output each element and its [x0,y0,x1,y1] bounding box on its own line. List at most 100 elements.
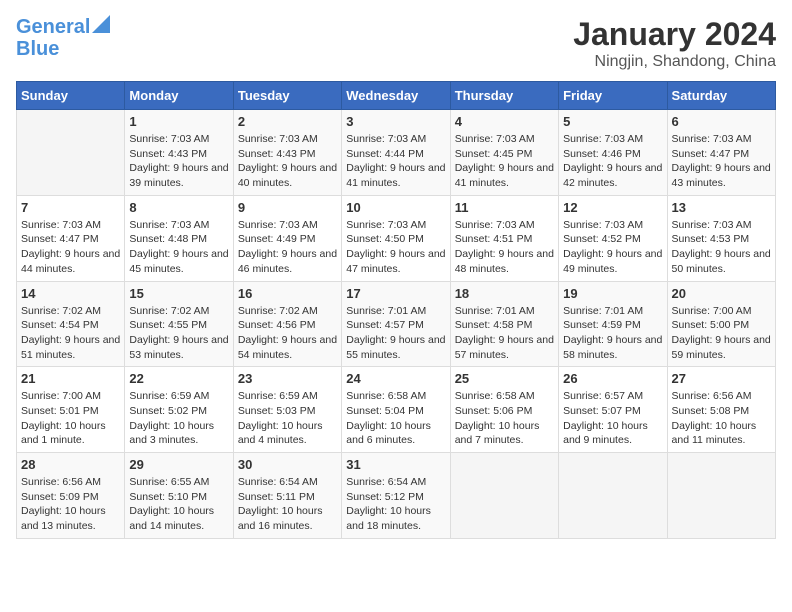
day-number: 18 [455,286,554,301]
day-info: Sunrise: 6:56 AMSunset: 5:08 PMDaylight:… [672,389,771,448]
page-title: January 2024 [573,16,776,53]
calendar-cell: 24Sunrise: 6:58 AMSunset: 5:04 PMDayligh… [342,367,450,453]
logo-blue-text: Blue [16,38,110,60]
weekday-header-thursday: Thursday [450,82,558,110]
weekday-header-friday: Friday [559,82,667,110]
calendar-body: 1 Sunrise: 7:03 AMSunset: 4:43 PMDaylight… [17,110,776,539]
calendar-cell: 14 Sunrise: 7:02 AMSunset: 4:54 PMDayligh… [17,281,125,367]
calendar-cell [559,453,667,539]
calendar-cell: 7 Sunrise: 7:03 AMSunset: 4:47 PMDaylight… [17,195,125,281]
day-info: Sunrise: 7:03 AMSunset: 4:47 PMDaylight:… [672,132,771,191]
day-info: Sunrise: 7:03 AMSunset: 4:52 PMDaylight:… [563,218,662,277]
weekday-header-sunday: Sunday [17,82,125,110]
calendar-cell: 5 Sunrise: 7:03 AMSunset: 4:46 PMDaylight… [559,110,667,196]
day-info: Sunrise: 7:03 AMSunset: 4:49 PMDaylight:… [238,218,337,277]
calendar-cell: 26Sunrise: 6:57 AMSunset: 5:07 PMDayligh… [559,367,667,453]
page-subtitle: Ningjin, Shandong, China [573,53,776,71]
calendar-cell: 22Sunrise: 6:59 AMSunset: 5:02 PMDayligh… [125,367,233,453]
weekday-header-saturday: Saturday [667,82,775,110]
calendar-header: SundayMondayTuesdayWednesdayThursdayFrid… [17,82,776,110]
day-number: 14 [21,286,120,301]
day-info: Sunrise: 6:59 AMSunset: 5:03 PMDaylight:… [238,389,337,448]
day-number: 13 [672,200,771,215]
calendar-week-row: 1 Sunrise: 7:03 AMSunset: 4:43 PMDaylight… [17,110,776,196]
weekday-header-row: SundayMondayTuesdayWednesdayThursdayFrid… [17,82,776,110]
title-block: January 2024 Ningjin, Shandong, China [573,16,776,71]
day-info: Sunrise: 6:54 AMSunset: 5:11 PMDaylight:… [238,475,337,534]
day-number: 26 [563,371,662,386]
day-info: Sunrise: 7:02 AMSunset: 4:55 PMDaylight:… [129,304,228,363]
calendar-cell: 10Sunrise: 7:03 AMSunset: 4:50 PMDayligh… [342,195,450,281]
day-number: 1 [129,114,228,129]
day-number: 6 [672,114,771,129]
day-info: Sunrise: 7:00 AMSunset: 5:00 PMDaylight:… [672,304,771,363]
day-info: Sunrise: 7:03 AMSunset: 4:45 PMDaylight:… [455,132,554,191]
calendar-cell: 28 Sunrise: 6:56 AMSunset: 5:09 PMDayligh… [17,453,125,539]
calendar-week-row: 14 Sunrise: 7:02 AMSunset: 4:54 PMDayligh… [17,281,776,367]
calendar-week-row: 28 Sunrise: 6:56 AMSunset: 5:09 PMDayligh… [17,453,776,539]
logo: General Blue [16,16,110,60]
day-info: Sunrise: 7:02 AMSunset: 4:54 PMDaylight:… [21,304,120,363]
calendar-table: SundayMondayTuesdayWednesdayThursdayFrid… [16,81,776,539]
calendar-cell: 6 Sunrise: 7:03 AMSunset: 4:47 PMDaylight… [667,110,775,196]
calendar-cell: 9 Sunrise: 7:03 AMSunset: 4:49 PMDaylight… [233,195,341,281]
logo-text: General [16,16,90,38]
day-info: Sunrise: 7:00 AMSunset: 5:01 PMDaylight:… [21,389,120,448]
day-info: Sunrise: 7:03 AMSunset: 4:48 PMDaylight:… [129,218,228,277]
day-info: Sunrise: 6:54 AMSunset: 5:12 PMDaylight:… [346,475,445,534]
day-number: 21 [21,371,120,386]
day-number: 25 [455,371,554,386]
day-info: Sunrise: 6:58 AMSunset: 5:06 PMDaylight:… [455,389,554,448]
calendar-cell: 16 Sunrise: 7:02 AMSunset: 4:56 PMDayligh… [233,281,341,367]
calendar-cell: 18 Sunrise: 7:01 AMSunset: 4:58 PMDayligh… [450,281,558,367]
calendar-cell: 25 Sunrise: 6:58 AMSunset: 5:06 PMDayligh… [450,367,558,453]
day-number: 28 [21,457,120,472]
calendar-cell [17,110,125,196]
day-number: 20 [672,286,771,301]
calendar-week-row: 21 Sunrise: 7:00 AMSunset: 5:01 PMDayligh… [17,367,776,453]
day-info: Sunrise: 7:03 AMSunset: 4:51 PMDaylight:… [455,218,554,277]
day-info: Sunrise: 7:03 AMSunset: 4:50 PMDaylight:… [346,218,445,277]
day-info: Sunrise: 6:58 AMSunset: 5:04 PMDaylight:… [346,389,445,448]
day-number: 3 [346,114,445,129]
day-info: Sunrise: 6:59 AMSunset: 5:02 PMDaylight:… [129,389,228,448]
day-number: 19 [563,286,662,301]
day-info: Sunrise: 7:02 AMSunset: 4:56 PMDaylight:… [238,304,337,363]
calendar-cell: 4 Sunrise: 7:03 AMSunset: 4:45 PMDaylight… [450,110,558,196]
calendar-cell: 27Sunrise: 6:56 AMSunset: 5:08 PMDayligh… [667,367,775,453]
day-number: 4 [455,114,554,129]
calendar-cell: 11 Sunrise: 7:03 AMSunset: 4:51 PMDayligh… [450,195,558,281]
day-number: 30 [238,457,337,472]
calendar-cell: 2Sunrise: 7:03 AMSunset: 4:43 PMDaylight… [233,110,341,196]
calendar-cell: 3 Sunrise: 7:03 AMSunset: 4:44 PMDaylight… [342,110,450,196]
day-number: 7 [21,200,120,215]
day-info: Sunrise: 7:03 AMSunset: 4:44 PMDaylight:… [346,132,445,191]
day-info: Sunrise: 7:01 AMSunset: 4:58 PMDaylight:… [455,304,554,363]
calendar-cell: 21 Sunrise: 7:00 AMSunset: 5:01 PMDayligh… [17,367,125,453]
day-number: 2 [238,114,337,129]
day-number: 9 [238,200,337,215]
day-number: 16 [238,286,337,301]
day-info: Sunrise: 7:03 AMSunset: 4:43 PMDaylight:… [129,132,228,191]
day-number: 8 [129,200,228,215]
calendar-cell: 12Sunrise: 7:03 AMSunset: 4:52 PMDayligh… [559,195,667,281]
logo-triangle-icon [92,15,110,33]
calendar-cell: 13Sunrise: 7:03 AMSunset: 4:53 PMDayligh… [667,195,775,281]
day-info: Sunrise: 7:03 AMSunset: 4:46 PMDaylight:… [563,132,662,191]
day-number: 17 [346,286,445,301]
calendar-cell: 20 Sunrise: 7:00 AMSunset: 5:00 PMDayligh… [667,281,775,367]
day-number: 15 [129,286,228,301]
calendar-cell: 23Sunrise: 6:59 AMSunset: 5:03 PMDayligh… [233,367,341,453]
day-number: 5 [563,114,662,129]
day-number: 31 [346,457,445,472]
day-info: Sunrise: 7:03 AMSunset: 4:47 PMDaylight:… [21,218,120,277]
day-info: Sunrise: 6:55 AMSunset: 5:10 PMDaylight:… [129,475,228,534]
day-info: Sunrise: 6:56 AMSunset: 5:09 PMDaylight:… [21,475,120,534]
day-info: Sunrise: 7:01 AMSunset: 4:57 PMDaylight:… [346,304,445,363]
day-number: 29 [129,457,228,472]
calendar-cell: 19 Sunrise: 7:01 AMSunset: 4:59 PMDayligh… [559,281,667,367]
day-info: Sunrise: 7:01 AMSunset: 4:59 PMDaylight:… [563,304,662,363]
calendar-cell [450,453,558,539]
calendar-cell: 29 Sunrise: 6:55 AMSunset: 5:10 PMDayligh… [125,453,233,539]
day-number: 11 [455,200,554,215]
